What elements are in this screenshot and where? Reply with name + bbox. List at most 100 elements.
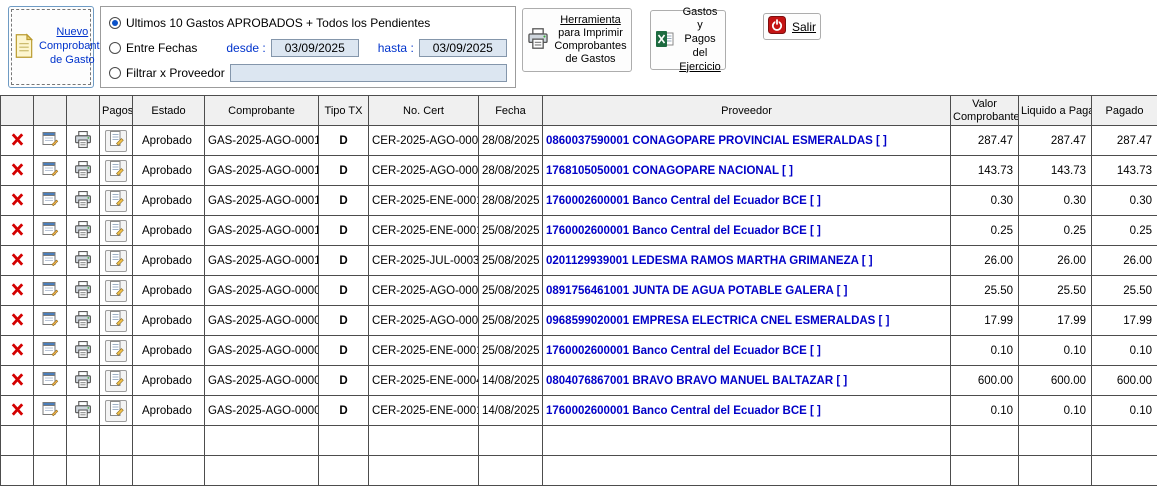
print-row-button[interactable] (72, 189, 94, 213)
empty-cell (369, 426, 479, 456)
print-row-button[interactable] (72, 159, 94, 183)
delete-row-button[interactable] (8, 190, 27, 212)
estado-cell: Aprobado (133, 126, 205, 156)
table-row: AprobadoGAS-2025-AGO-00005DCER-2025-ENE-… (1, 396, 1157, 426)
print-row-button[interactable] (72, 249, 94, 273)
print-row-button-cell (67, 246, 100, 276)
edit-row-button-cell (34, 216, 67, 246)
print-row-button[interactable] (72, 399, 94, 423)
liquido-cell: 0.10 (1019, 336, 1092, 366)
delete-row-button[interactable] (8, 310, 27, 332)
pagos-row-button[interactable] (105, 250, 127, 272)
pagos-row-button[interactable] (105, 160, 127, 182)
delete-row-button[interactable] (8, 280, 27, 302)
proveedor-cell[interactable]: 0891756461001 JUNTA DE AGUA POTABLE GALE… (543, 276, 951, 306)
proveedor-cell[interactable]: 1760002600001 Banco Central del Ecuador … (543, 336, 951, 366)
edit-record-icon (42, 311, 59, 330)
print-row-button[interactable] (72, 339, 94, 363)
edit-row-button[interactable] (40, 129, 61, 152)
hasta-input[interactable] (419, 39, 507, 57)
filter-option-between-dates[interactable]: Entre Fechas desde : hasta : (101, 35, 515, 60)
empty-cell (543, 456, 951, 486)
col-estado-header: Estado (133, 96, 205, 126)
edit-row-button[interactable] (40, 369, 61, 392)
print-vouchers-tool-label: Herramienta para Imprimir Comprobantes d… (554, 14, 627, 67)
proveedor-cell[interactable]: 0201129939001 LEDESMA RAMOS MARTHA GRIMA… (543, 246, 951, 276)
pagos-row-button[interactable] (105, 220, 127, 242)
edit-row-button[interactable] (40, 189, 61, 212)
filter-option-last10[interactable]: Ultimos 10 Gastos APROBADOS + Todos los … (101, 10, 515, 35)
delete-row-button[interactable] (8, 220, 27, 242)
delete-row-button[interactable] (8, 250, 27, 272)
table-row: AprobadoGAS-2025-AGO-00012DCER-2025-ENE-… (1, 186, 1157, 216)
edit-record-icon (42, 401, 59, 420)
edit-row-button[interactable] (40, 339, 61, 362)
delete-row-button[interactable] (8, 370, 27, 392)
edit-row-button[interactable] (40, 309, 61, 332)
pagos-edit-icon (109, 401, 124, 420)
delete-row-button[interactable] (8, 340, 27, 362)
radio-last10[interactable] (109, 17, 121, 29)
pagos-row-button[interactable] (105, 310, 127, 332)
table-row: AprobadoGAS-2025-AGO-00009DCER-2025-AGO-… (1, 276, 1157, 306)
edit-record-icon (42, 191, 59, 210)
proveedor-cell[interactable]: 1760002600001 Banco Central del Ecuador … (543, 216, 951, 246)
provider-filter-input[interactable] (230, 64, 507, 82)
print-row-button[interactable] (72, 279, 94, 303)
table-row: AprobadoGAS-2025-AGO-00010DCER-2025-JUL-… (1, 246, 1157, 276)
pagos-row-button-cell (100, 396, 133, 426)
tipo-cell: D (319, 216, 369, 246)
radio-provider-filter[interactable] (109, 67, 121, 79)
edit-row-button[interactable] (40, 249, 61, 272)
expenses-payments-report-button[interactable]: Gastos y Pagos del Ejercicio (650, 10, 726, 70)
print-row-button[interactable] (72, 309, 94, 333)
print-row-button[interactable] (72, 129, 94, 153)
proveedor-cell[interactable]: 1760002600001 Banco Central del Ecuador … (543, 396, 951, 426)
print-row-button-cell (67, 336, 100, 366)
pagos-row-button[interactable] (105, 400, 127, 422)
pagos-edit-icon (109, 281, 124, 300)
new-expense-label: Nuevo Comprobante de Gasto (39, 26, 106, 67)
radio-between-dates[interactable] (109, 42, 121, 54)
tipo-cell: D (319, 366, 369, 396)
proveedor-cell[interactable]: 1768105050001 CONAGOPARE NACIONAL [ ] (543, 156, 951, 186)
empty-row (1, 426, 1157, 456)
liquido-cell: 25.50 (1019, 276, 1092, 306)
delete-row-button[interactable] (8, 400, 27, 422)
delete-row-button[interactable] (8, 130, 27, 152)
delete-icon (10, 132, 25, 150)
pagos-row-button[interactable] (105, 130, 127, 152)
empty-cell (133, 456, 205, 486)
pagos-row-button[interactable] (105, 340, 127, 362)
table-row: AprobadoGAS-2025-AGO-00011DCER-2025-ENE-… (1, 216, 1157, 246)
edit-row-button[interactable] (40, 159, 61, 182)
desde-input[interactable] (271, 39, 359, 57)
estado-cell: Aprobado (133, 396, 205, 426)
delete-row-button[interactable] (8, 160, 27, 182)
edit-row-button[interactable] (40, 279, 61, 302)
pagos-row-button[interactable] (105, 370, 127, 392)
pagos-row-button[interactable] (105, 280, 127, 302)
edit-row-button[interactable] (40, 399, 61, 422)
tipo-cell: D (319, 336, 369, 366)
print-row-button-cell (67, 156, 100, 186)
pagos-row-button[interactable] (105, 190, 127, 212)
proveedor-cell[interactable]: 0968599020001 EMPRESA ELECTRICA CNEL ESM… (543, 306, 951, 336)
empty-cell (205, 426, 319, 456)
proveedor-cell[interactable]: 0860037590001 CONAGOPARE PROVINCIAL ESME… (543, 126, 951, 156)
proveedor-cell[interactable]: 1760002600001 Banco Central del Ecuador … (543, 186, 951, 216)
print-vouchers-tool-button[interactable]: Herramienta para Imprimir Comprobantes d… (522, 8, 632, 72)
proveedor-cell[interactable]: 0804076867001 BRAVO BRAVO MANUEL BALTAZA… (543, 366, 951, 396)
edit-row-button[interactable] (40, 219, 61, 242)
print-row-button-cell (67, 276, 100, 306)
filter-option-provider[interactable]: Filtrar x Proveedor (101, 60, 515, 85)
comprobante-cell: GAS-2025-AGO-00005 (205, 396, 319, 426)
new-expense-button[interactable]: Nuevo Comprobante de Gasto (8, 6, 94, 88)
exit-button[interactable]: Salir (763, 13, 821, 40)
tipo-cell: D (319, 276, 369, 306)
edit-record-icon (42, 221, 59, 240)
delete-row-button-cell (1, 156, 34, 186)
print-row-button[interactable] (72, 219, 94, 243)
print-row-button[interactable] (72, 369, 94, 393)
print-icon (74, 311, 92, 331)
